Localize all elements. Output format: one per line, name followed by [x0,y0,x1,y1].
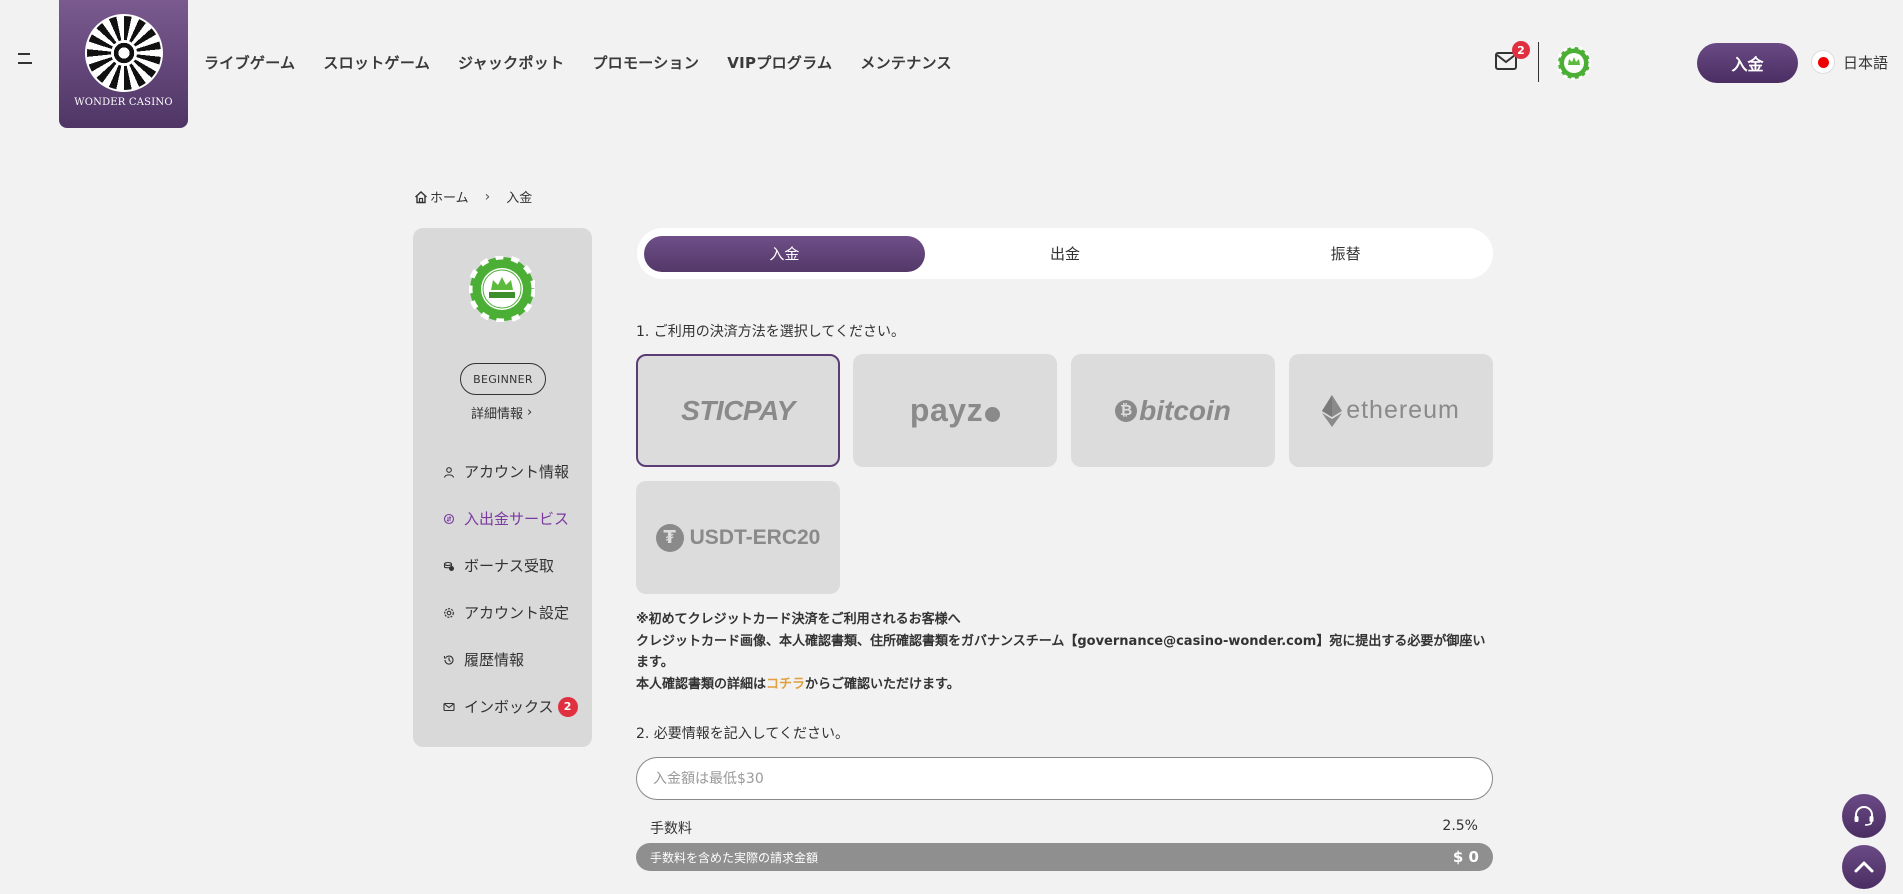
wonder-casino-logo[interactable]: WONDER CASINO [59,0,188,128]
sidebar-item-account-info[interactable]: アカウント情報 [443,448,578,495]
credit-card-notice: ※初めてクレジットカード決済をご利用されるお客様へ クレジットカード画像、本人確… [636,609,1496,695]
sidebar-item-label: アカウント情報 [464,463,570,481]
total-label: 手数料を含めた実際の請求金額 [650,850,819,865]
coins-icon [443,561,454,571]
nav-maintenance[interactable]: メンテナンス [860,52,952,73]
kyc-details-link[interactable]: コチラ [766,677,805,692]
logo-spiral-icon [84,14,163,92]
vip-level-badge: BEGINNER [460,363,546,395]
mail-icon [443,702,455,711]
detail-info-label: 詳細情報 [471,407,524,422]
sidebar-item-payment-service[interactable]: 入出金サービス [443,495,578,542]
nav-promotion[interactable]: プロモーション [592,52,699,73]
breadcrumb-current: 入金 [506,191,533,206]
tab-transfer[interactable]: 振替 [1205,236,1486,272]
sidebar-item-bonus[interactable]: ボーナス受取 [443,542,578,589]
breadcrumb-home[interactable]: ホーム [430,187,469,206]
tether-icon: ₮ [655,523,684,552]
sidebar-item-label: アカウント設定 [464,604,570,622]
nav-live-games[interactable]: ライブゲーム [204,52,295,73]
tab-withdraw[interactable]: 出金 [925,236,1206,272]
fee-value: 2.5% [1442,818,1478,834]
sidebar-item-label: ボーナス受取 [464,557,555,575]
fee-label: 手数料 [650,821,692,837]
notice-line-3: 本人確認書類の詳細はコチラからご確認いただけます。 [636,676,960,692]
home-icon[interactable] [414,190,428,204]
japan-flag-icon [1811,50,1835,74]
top-header: WONDER CASINO ライブゲーム スロットゲーム ジャックポット プロモ… [0,0,1903,128]
deposit-amount-input[interactable] [636,757,1493,800]
sidebar-item-history[interactable]: 履歴情報 [443,636,578,683]
sidebar-item-label: 入出金サービス [464,510,570,528]
exchange-icon [443,513,455,524]
chevron-up-icon [1854,861,1874,873]
total-amount-bar: 手数料を含めた実際の請求金額 $ 0 [636,843,1493,871]
payz-logo-text: payz [910,392,1001,429]
sidebar-menu: アカウント情報 入出金サービス ボーナス受取 アカウント設定 履歴情報 インボッ… [443,448,578,730]
header-divider [1538,42,1539,82]
hamburger-menu-icon[interactable] [18,53,34,67]
total-value: $ 0 [1452,848,1479,866]
detail-info-link[interactable]: 詳細情報 › [471,403,532,422]
payment-method-payz[interactable]: payz [853,354,1057,467]
main-nav: ライブゲーム スロットゲーム ジャックポット プロモーション VIPプログラム … [204,52,952,73]
ethereum-logo-text: ethereum [1346,396,1460,424]
payment-method-sticpay[interactable]: STICPAY [636,354,840,467]
tab-deposit[interactable]: 入金 [644,235,925,272]
payment-method-usdt-erc20[interactable]: ₮ USDT-ERC20 [636,481,840,594]
customer-support-button[interactable] [1842,794,1886,838]
sidebar-item-inbox[interactable]: インボックス 2 [443,683,578,730]
usdt-logo-text: USDT-ERC20 [689,525,821,549]
nav-vip-program[interactable]: VIPプログラム [727,52,832,73]
headset-icon [1854,806,1874,826]
transaction-tabs: 入金 出金 振替 [637,228,1493,279]
nav-jackpot[interactable]: ジャックポット [458,52,564,73]
logo-text: WONDER CASINO [74,97,173,108]
scroll-top-button[interactable] [1842,845,1886,889]
beginner-chip-icon [469,256,535,322]
account-sidebar: BEGINNER 詳細情報 › アカウント情報 入出金サービス ボーナス受取 ア… [413,228,592,747]
notice-line-2: クレジットカード画像、本人確認書類、住所確認書類をガバナンスチーム【govern… [636,633,1486,671]
header-deposit-button[interactable]: 入金 [1697,43,1798,83]
sidebar-item-account-settings[interactable]: アカウント設定 [443,589,578,636]
gear-icon [444,607,454,618]
chevron-right-icon: › [484,188,491,205]
fee-row: 手数料 2.5% [650,818,1478,838]
chevron-right-icon: › [527,405,533,420]
nav-slot-games[interactable]: スロットゲーム [323,52,430,73]
bitcoin-icon: ₿ [1115,399,1138,422]
inbox-count-badge: 2 [557,696,578,717]
breadcrumb: ホーム › 入金 [414,187,532,206]
step1-label: 1. ご利用の決済方法を選択してください。 [636,324,905,340]
ethereum-icon [1322,394,1343,427]
beginner-chip-icon[interactable] [1557,46,1591,80]
mail-count-badge: 2 [1512,41,1530,59]
language-selector[interactable]: 日本語 [1811,50,1888,74]
payment-method-ethereum[interactable]: ethereum [1289,354,1493,467]
sidebar-item-label: 履歴情報 [464,651,525,669]
payment-method-bitcoin[interactable]: ₿ bitcoin [1071,354,1275,467]
sticpay-logo-text: STICPAY [681,394,795,426]
step2-label: 2. 必要情報を記入してください。 [636,726,849,742]
bitcoin-logo-text: bitcoin [1139,394,1231,426]
sidebar-item-label: インボックス [464,698,554,716]
user-icon [443,466,455,478]
notice-line-1: ※初めてクレジットカード決済をご利用されるお客様へ [636,612,961,627]
history-icon [443,655,454,665]
language-label: 日本語 [1843,53,1889,72]
